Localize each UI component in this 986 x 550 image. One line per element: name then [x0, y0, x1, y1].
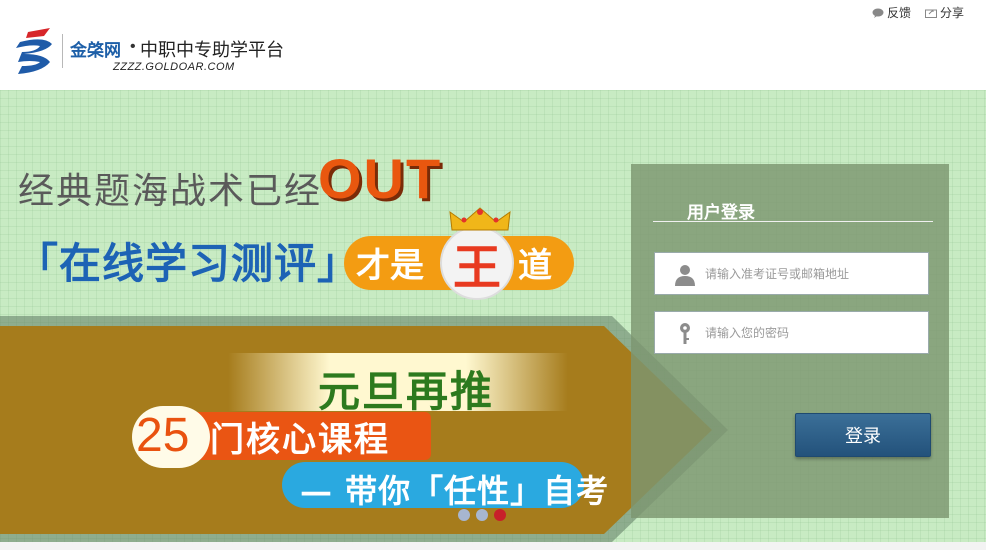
header-links: 反馈 分享 [872, 4, 964, 21]
password-field[interactable] [654, 311, 929, 354]
logo-icon[interactable] [14, 26, 58, 80]
promo-slogan: — 带你「任性」自考 [300, 472, 610, 510]
headline-out: OUT [318, 147, 443, 210]
login-title: 用户登录 [687, 203, 755, 222]
user-icon [675, 265, 695, 286]
username-field[interactable] [654, 252, 929, 295]
brand-name: 金棨网 [70, 41, 121, 60]
share-icon [924, 9, 937, 18]
headline-secondary: 「在线学习测评」 [16, 239, 361, 288]
key-icon [680, 323, 690, 344]
slogan-part1: 才是 [356, 246, 424, 286]
slogan-part2: 道 [518, 246, 552, 286]
promo-courses: 门核心课程 [210, 420, 390, 460]
password-input[interactable] [705, 312, 925, 353]
promo-number: 25 [136, 409, 190, 462]
logo-divider [62, 34, 63, 68]
feedback-label: 反馈 [886, 6, 911, 20]
brand-separator: • [130, 38, 136, 55]
site-tagline: 中职中专助学平台 [140, 40, 284, 60]
login-panel: 用户登录 登录 [631, 164, 949, 518]
login-title-underline [653, 221, 933, 222]
site-domain: ZZZZ.GOLDOAR.COM [113, 61, 235, 73]
login-button[interactable]: 登录 [795, 413, 931, 457]
comment-icon [872, 8, 884, 18]
page-footer-strip [0, 542, 986, 550]
carousel-dot-1[interactable] [458, 509, 470, 521]
share-label: 分享 [939, 6, 964, 20]
feedback-link[interactable]: 反馈 [872, 4, 911, 21]
share-link[interactable]: 分享 [924, 4, 964, 21]
carousel-dots [458, 509, 506, 521]
carousel-dot-3[interactable] [494, 509, 506, 521]
site-header: 反馈 分享 金棨网 • 中职中专助学平台 ZZZZ.GOLDOAR.COM [0, 0, 986, 90]
carousel-dot-2[interactable] [476, 509, 488, 521]
promo-title: 元旦再推 [318, 367, 495, 416]
slogan-highlight: 王 [452, 240, 501, 296]
hero-banner[interactable]: 经典题海战术已经 OUT 「在线学习测评」 才是 王 道 元旦再推 25 门核心… [0, 90, 986, 542]
username-input[interactable] [705, 253, 925, 294]
headline-primary: 经典题海战术已经 [18, 171, 323, 212]
